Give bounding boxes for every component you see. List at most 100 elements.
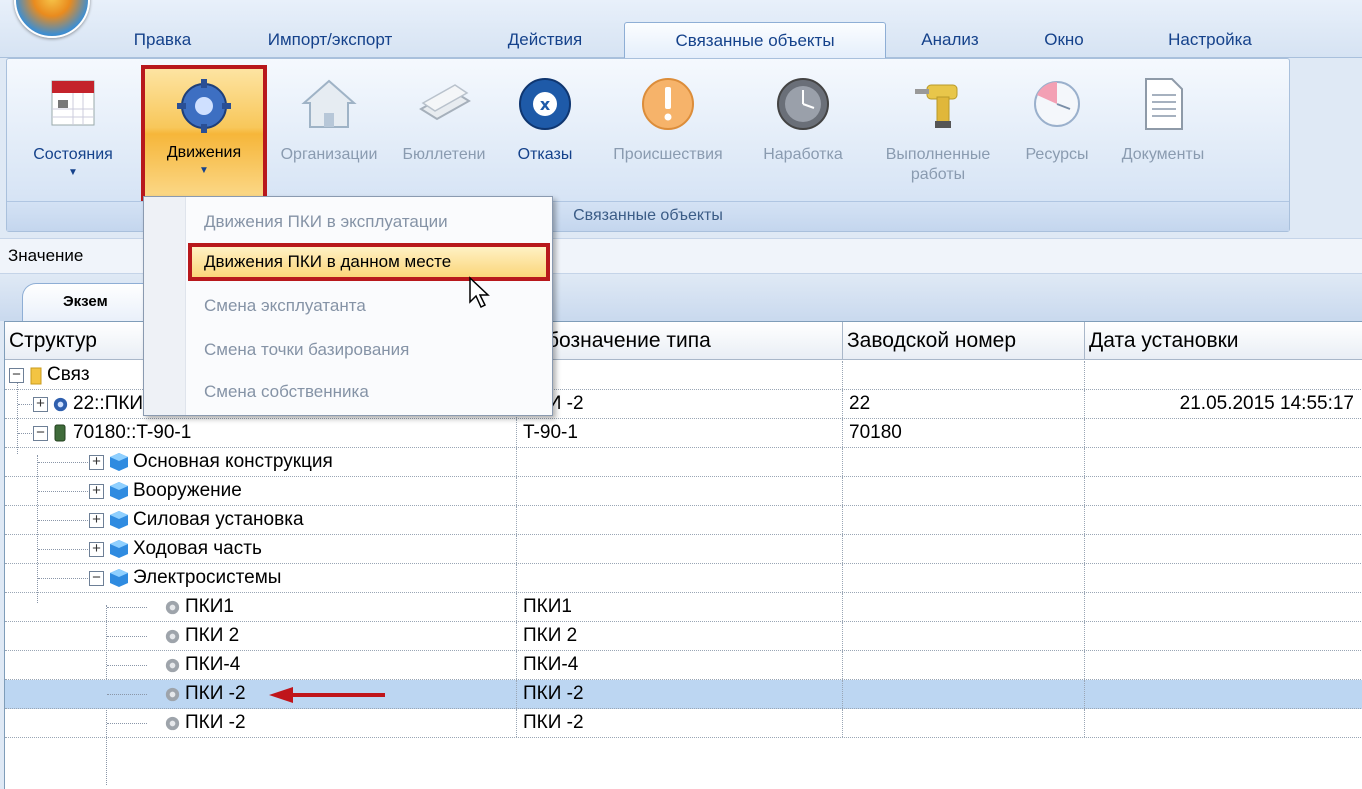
- tree-node-label: Вооружение: [133, 480, 242, 501]
- type-cell: ПКИ 2: [517, 622, 843, 650]
- date-cell: [1085, 419, 1362, 447]
- drill-icon: [915, 84, 958, 128]
- menu-item-smena-sobstvennika[interactable]: Смена собственника: [188, 373, 369, 411]
- table-row[interactable]: − 70180::T-90-1 T-90-1 70180: [5, 419, 1362, 448]
- gear-icon: [165, 600, 180, 615]
- menu-item-dvizheniya-v-ekspluatatsii[interactable]: Движения ПКИ в эксплуатации: [188, 203, 448, 241]
- sostoyaniya-button[interactable]: Состояния ▼: [9, 73, 137, 211]
- cube-icon: [110, 540, 128, 558]
- type-cell: ПКИ -2: [517, 680, 843, 708]
- house-icon: [301, 79, 357, 128]
- table-row[interactable]: + Основная конструкция: [5, 448, 1362, 477]
- ribbon-tab-bar: Правка Импорт/экспорт Действия Связанные…: [0, 0, 1362, 59]
- tab-svyazannye-obekty[interactable]: Связанные объекты: [624, 22, 886, 59]
- dvizheniya-label: Движения: [166, 144, 242, 161]
- tank-icon: [54, 424, 66, 442]
- collapse-icon[interactable]: −: [9, 367, 24, 383]
- tree-node-label: ПКИ -2: [185, 683, 246, 704]
- type-cell: ПКИ -2: [517, 390, 843, 418]
- tree-node-label: Основная конструкция: [133, 451, 333, 472]
- vypolnennye-raboty-button[interactable]: Выполненные работы: [863, 73, 1013, 211]
- tree-node-label: Электросистемы: [133, 567, 282, 588]
- chevron-down-icon: ▼: [68, 167, 78, 178]
- table-row[interactable]: + Вооружение: [5, 477, 1362, 506]
- expand-icon[interactable]: +: [89, 454, 104, 470]
- serial-cell: [843, 361, 1085, 389]
- pie-clock-icon: [1034, 81, 1080, 127]
- byulleteni-button[interactable]: Бюллетени: [391, 73, 497, 211]
- menu-item-smena-ekspluatanta[interactable]: Смена эксплуатанта: [188, 287, 366, 325]
- byulleteni-label: Бюллетени: [402, 146, 486, 163]
- expand-icon[interactable]: +: [89, 483, 104, 499]
- svg-text:x: x: [540, 95, 551, 114]
- clock-icon: [777, 78, 829, 130]
- tab-deistviya[interactable]: Действия: [480, 22, 610, 59]
- expand-icon[interactable]: +: [33, 396, 48, 412]
- raboty-label: работы: [910, 166, 966, 183]
- gear-icon: [165, 716, 180, 731]
- menu-item-smena-tochki-bazirovaniya[interactable]: Смена точки базирования: [188, 331, 409, 369]
- gear-icon: [165, 687, 180, 702]
- table-row[interactable]: ПКИ 2 ПКИ 2: [5, 622, 1362, 651]
- date-cell: [1085, 361, 1362, 389]
- chevron-down-icon: ▼: [199, 165, 209, 176]
- cube-icon: [110, 569, 128, 587]
- organizatsii-button[interactable]: Организации: [269, 73, 389, 211]
- column-header-serial[interactable]: Заводской номер: [843, 322, 1085, 360]
- table-row[interactable]: − Электросистемы: [5, 564, 1362, 593]
- date-cell: 21.05.2015 14:55:17: [1085, 390, 1362, 418]
- menu-item-dvizheniya-v-dannom-meste[interactable]: Движения ПКИ в данном месте: [188, 243, 550, 281]
- narabotka-label: Наработка: [763, 146, 843, 163]
- type-cell: ПКИ1: [517, 593, 843, 621]
- tab-analiz[interactable]: Анализ: [900, 22, 1000, 59]
- type-cell: T-90-1: [517, 419, 843, 447]
- otkazy-button[interactable]: x Отказы: [497, 73, 593, 211]
- narabotka-button[interactable]: Наработка: [745, 73, 861, 211]
- expand-icon[interactable]: +: [89, 512, 104, 528]
- proisshestviya-label: Происшествия: [613, 146, 723, 163]
- tree-node-label: 70180::T-90-1: [73, 422, 192, 443]
- red-arrow-annotation: [269, 687, 385, 703]
- collapse-icon[interactable]: −: [33, 425, 48, 441]
- column-header-install-date[interactable]: Дата установки: [1085, 322, 1362, 360]
- dvizheniya-button[interactable]: Движения ▼: [141, 65, 267, 203]
- tab-pravka[interactable]: Правка: [110, 22, 215, 59]
- table-row[interactable]: ПКИ-4 ПКИ-4: [5, 651, 1362, 680]
- folder-icon: [30, 367, 42, 385]
- serial-cell: 70180: [843, 419, 1085, 447]
- cube-icon: [110, 453, 128, 471]
- type-cell: ПКИ -2: [517, 709, 843, 737]
- gear-icon: [165, 658, 180, 673]
- collapse-icon[interactable]: −: [89, 570, 104, 586]
- table-row-selected[interactable]: ПКИ -2 ПКИ -2: [5, 680, 1362, 709]
- tab-import-export[interactable]: Импорт/экспорт: [240, 22, 420, 59]
- proisshestviya-button[interactable]: Происшествия: [593, 73, 743, 211]
- vypolnennye-label: Выполненные: [885, 146, 991, 163]
- filter-label: Значение: [8, 246, 84, 265]
- tab-okno[interactable]: Окно: [1024, 22, 1104, 59]
- dokumenty-label: Документы: [1121, 146, 1205, 163]
- dokumenty-button[interactable]: Документы: [1101, 73, 1225, 211]
- application-orb-button[interactable]: [14, 0, 90, 38]
- table-row[interactable]: + Силовая установка: [5, 506, 1362, 535]
- resursy-button[interactable]: Ресурсы: [1013, 73, 1101, 211]
- tree-node-label: Силовая установка: [133, 509, 304, 530]
- tree-node-label: ПКИ 2: [185, 625, 240, 646]
- table-row[interactable]: + Ходовая часть: [5, 535, 1362, 564]
- resursy-label: Ресурсы: [1025, 146, 1089, 163]
- type-cell: [517, 361, 843, 389]
- tab-nastroika[interactable]: Настройка: [1140, 22, 1280, 59]
- column-header-type[interactable]: бозначение типа: [517, 322, 843, 360]
- serial-cell: 22: [843, 390, 1085, 418]
- tree-node-label: Связ: [47, 364, 90, 385]
- sostoyaniya-label: Состояния: [33, 146, 113, 163]
- table-row[interactable]: ПКИ1 ПКИ1: [5, 593, 1362, 622]
- expand-icon[interactable]: +: [89, 541, 104, 557]
- tree-node-label: ПКИ1: [185, 596, 234, 617]
- cube-icon: [110, 482, 128, 500]
- exclamation-icon: [642, 78, 694, 130]
- papers-icon: [419, 84, 471, 121]
- document-icon: [1145, 78, 1183, 130]
- mouse-cursor-icon: [469, 276, 490, 309]
- table-row[interactable]: ПКИ -2 ПКИ -2: [5, 709, 1362, 738]
